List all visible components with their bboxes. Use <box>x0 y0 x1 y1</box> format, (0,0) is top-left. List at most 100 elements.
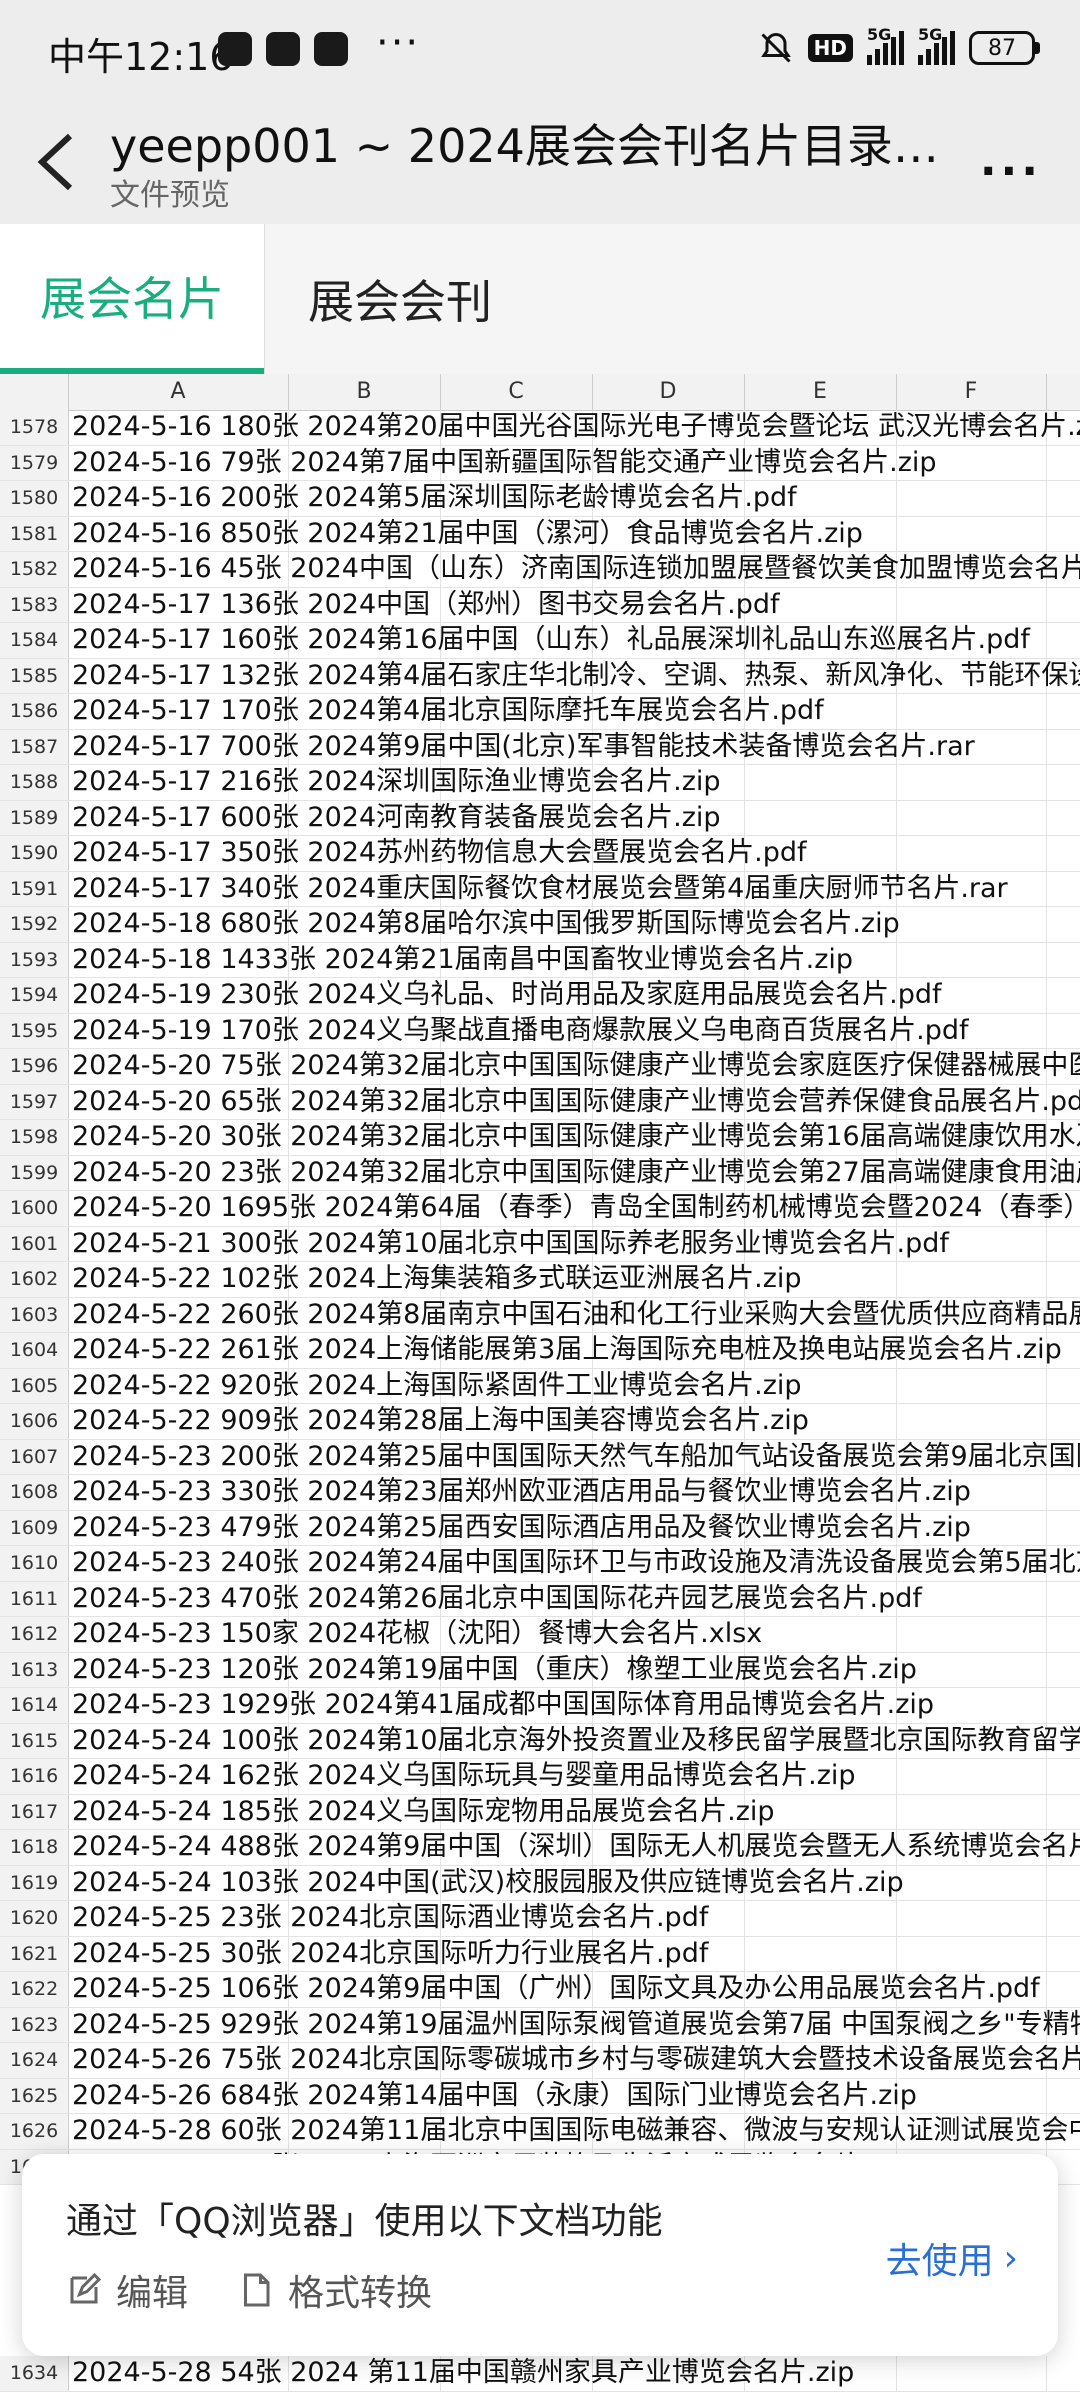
table-row[interactable]: 1618 2024-5-24 488张 2024第9届中国（深圳）国际无人机展览会… <box>0 1830 1080 1866</box>
cell-a[interactable]: 2024-5-23 200张 2024第25届中国国际天然气车船加气站设备展览会… <box>72 1440 1080 1475</box>
table-row[interactable]: 1604 2024-5-22 261张 2024上海储能展第3届上海国际充电桩及换… <box>0 1333 1080 1369</box>
cell-a[interactable]: 2024-5-20 65张 2024第32届北京中国国际健康产业博览会营养保健食… <box>72 1085 1080 1120</box>
row-number[interactable]: 1624 <box>0 2043 69 2078</box>
table-row[interactable]: 1594 2024-5-19 230张 2024义乌礼品、时尚用品及家庭用品展览会… <box>0 978 1080 1014</box>
row-number[interactable]: 1595 <box>0 1013 69 1048</box>
row-number[interactable]: 1591 <box>0 871 69 906</box>
cell-a[interactable]: 2024-5-23 240张 2024第24届中国国际环卫与市政设施及清洗设备展… <box>72 1546 1080 1581</box>
row-number[interactable]: 1578 <box>0 410 69 445</box>
row-number[interactable]: 1603 <box>0 1297 69 1332</box>
table-row[interactable]: 1606 2024-5-22 909张 2024第28届上海中国美容博览会名片.z… <box>0 1404 1080 1440</box>
cell-a[interactable]: 2024-5-24 488张 2024第9届中国（深圳）国际无人机展览会暨无人系… <box>72 1830 1080 1865</box>
row-number[interactable]: 1605 <box>0 1368 69 1403</box>
table-row[interactable]: 1599 2024-5-20 23张 2024第32届北京中国国际健康产业博览会第… <box>0 1155 1080 1191</box>
row-number[interactable]: 1619 <box>0 1865 69 1900</box>
row-number[interactable]: 1597 <box>0 1084 69 1119</box>
row-number[interactable]: 1634 <box>0 2356 69 2391</box>
cell-a[interactable]: 2024-5-20 23张 2024第32届北京中国国际健康产业博览会第27届高… <box>72 1156 1080 1191</box>
cell-a[interactable]: 2024-5-23 150家 2024花椒（沈阳）餐博大会名片.xlsx <box>72 1617 762 1652</box>
table-row[interactable]: 1615 2024-5-24 100张 2024第10届北京海外投资置业及移民留学… <box>0 1723 1080 1759</box>
table-row[interactable]: 1583 2024-5-17 136张 2024中国（郑州）图书交易会名片.pdf <box>0 587 1080 623</box>
column-header[interactable]: B <box>288 374 441 410</box>
cell-a[interactable]: 2024-5-16 200张 2024第5届深圳国际老龄博览会名片.pdf <box>72 481 797 516</box>
table-row[interactable]: 1613 2024-5-23 120张 2024第19届中国（重庆）橡塑工业展览会… <box>0 1652 1080 1688</box>
cell-a[interactable]: 2024-5-24 162张 2024义乌国际玩具与婴童用品博览会名片.zip <box>72 1759 856 1794</box>
cell-a[interactable]: 2024-5-28 60张 2024第11届北京中国国际电磁兼容、微波与安规认证… <box>72 2114 1080 2149</box>
cell-a[interactable]: 2024-5-28 54张 2024 第11届中国赣州家具产业博览会名片.zip <box>72 2356 854 2391</box>
cell-a[interactable]: 2024-5-21 300张 2024第10届北京中国国际养老服务业博览会名片.… <box>72 1227 949 1262</box>
row-number[interactable]: 1584 <box>0 623 69 658</box>
cell-a[interactable]: 2024-5-17 132张 2024第4届石家庄华北制冷、空调、热泵、新风净化… <box>72 659 1080 694</box>
table-row[interactable]: 1590 2024-5-17 350张 2024苏州药物信息大会暨展览会名片.pd… <box>0 836 1080 872</box>
row-number[interactable]: 1592 <box>0 907 69 942</box>
table-row[interactable]: 1578 2024-5-16 180张 2024第20届中国光谷国际光电子博览会暨… <box>0 410 1080 446</box>
column-header[interactable]: D <box>592 374 745 410</box>
table-row[interactable]: 1597 2024-5-20 65张 2024第32届北京中国国际健康产业博览会营… <box>0 1084 1080 1120</box>
column-header[interactable]: A <box>68 374 289 410</box>
cell-a[interactable]: 2024-5-17 160张 2024第16届中国（山东）礼品展深圳礼品山东巡展… <box>72 623 1030 658</box>
cell-a[interactable]: 2024-5-16 79张 2024第7届中国新疆国际智能交通产业博览会名片.z… <box>72 446 937 481</box>
table-row[interactable]: 1617 2024-5-24 185张 2024义乌国际宠物用品展览会名片.zip <box>0 1794 1080 1830</box>
cell-a[interactable]: 2024-5-18 680张 2024第8届哈尔滨中国俄罗斯国际博览会名片.zi… <box>72 907 900 942</box>
row-number[interactable]: 1590 <box>0 836 69 871</box>
row-number[interactable]: 1622 <box>0 1972 69 2007</box>
row-number[interactable]: 1596 <box>0 1049 69 1084</box>
cell-a[interactable]: 2024-5-17 170张 2024第4届北京国际摩托车展览会名片.pdf <box>72 694 824 729</box>
row-number[interactable]: 1580 <box>0 481 69 516</box>
table-row[interactable]: 1595 2024-5-19 170张 2024义乌聚战直播电商爆款展义乌电商百货… <box>0 1013 1080 1049</box>
table-row[interactable]: 1610 2024-5-23 240张 2024第24届中国国际环卫与市政设施及清… <box>0 1546 1080 1582</box>
row-number[interactable]: 1586 <box>0 694 69 729</box>
table-row[interactable]: 1619 2024-5-24 103张 2024中国(武汉)校服园服及供应链博览会… <box>0 1865 1080 1901</box>
more-options-icon[interactable]: ··· <box>980 146 1042 197</box>
table-row[interactable]: 1621 2024-5-25 30张 2024北京国际听力行业展名片.pdf <box>0 1936 1080 1972</box>
row-number[interactable]: 1593 <box>0 942 69 977</box>
table-row[interactable]: 1611 2024-5-23 470张 2024第26届北京中国国际花卉园艺展览会… <box>0 1581 1080 1617</box>
table-row[interactable]: 1601 2024-5-21 300张 2024第10届北京中国国际养老服务业博览… <box>0 1226 1080 1262</box>
table-row[interactable]: 1589 2024-5-17 600张 2024河南教育装备展览会名片.zip <box>0 800 1080 836</box>
cell-a[interactable]: 2024-5-17 700张 2024第9届中国(北京)军事智能技术装备博览会名… <box>72 730 975 765</box>
back-icon[interactable] <box>30 130 82 194</box>
table-row[interactable]: 1623 2024-5-25 929张 2024第19届温州国际泵阀管道展览会第7… <box>0 2007 1080 2043</box>
table-row[interactable]: 1620 2024-5-25 23张 2024北京国际酒业博览会名片.pdf <box>0 1901 1080 1937</box>
table-row[interactable]: 1598 2024-5-20 30张 2024第32届北京中国国际健康产业博览会第… <box>0 1120 1080 1156</box>
table-row[interactable]: 1591 2024-5-17 340张 2024重庆国际餐饮食材展览会暨第4届重庆… <box>0 871 1080 907</box>
cell-a[interactable]: 2024-5-25 929张 2024第19届温州国际泵阀管道展览会第7届 中国… <box>72 2008 1080 2043</box>
cell-a[interactable]: 2024-5-25 30张 2024北京国际听力行业展名片.pdf <box>72 1937 708 1972</box>
go-use-button[interactable]: 去使用 › <box>886 2232 1018 2284</box>
table-row[interactable]: 1603 2024-5-22 260张 2024第8届南京中国石油和化工行业采购大… <box>0 1297 1080 1333</box>
row-number[interactable]: 1594 <box>0 978 69 1013</box>
table-row[interactable]: 1584 2024-5-17 160张 2024第16届中国（山东）礼品展深圳礼品… <box>0 623 1080 659</box>
table-row[interactable]: 1626 2024-5-28 60张 2024第11届北京中国国际电磁兼容、微波与… <box>0 2114 1080 2150</box>
row-number[interactable]: 1599 <box>0 1155 69 1190</box>
table-row[interactable]: 1596 2024-5-20 75张 2024第32届北京中国国际健康产业博览会家… <box>0 1049 1080 1085</box>
column-header[interactable]: E <box>744 374 897 410</box>
table-row[interactable]: 1592 2024-5-18 680张 2024第8届哈尔滨中国俄罗斯国际博览会名… <box>0 907 1080 943</box>
cell-a[interactable]: 2024-5-23 1929张 2024第41届成都中国国际体育用品博览会名片.… <box>72 1688 934 1723</box>
cell-a[interactable]: 2024-5-20 1695张 2024第64届（春季）青岛全国制药机械博览会暨… <box>72 1191 1080 1226</box>
table-row[interactable]: 1581 2024-5-16 850张 2024第21届中国（漯河）食品博览会名片… <box>0 516 1080 552</box>
table-row[interactable]: 1608 2024-5-23 330张 2024第23届郑州欧亚酒店用品与餐饮业博… <box>0 1475 1080 1511</box>
row-number[interactable]: 1611 <box>0 1581 69 1616</box>
row-number[interactable]: 1623 <box>0 2007 69 2042</box>
cell-a[interactable]: 2024-5-22 909张 2024第28届上海中国美容博览会名片.zip <box>72 1404 809 1439</box>
row-number[interactable]: 1612 <box>0 1617 69 1652</box>
row-number[interactable]: 1616 <box>0 1759 69 1794</box>
row-number[interactable]: 1610 <box>0 1546 69 1581</box>
row-number[interactable]: 1615 <box>0 1723 69 1758</box>
cell-a[interactable]: 2024-5-22 102张 2024上海集装箱多式联运亚洲展名片.zip <box>72 1262 802 1297</box>
cell-a[interactable]: 2024-5-16 180张 2024第20届中国光谷国际光电子博览会暨论坛 武… <box>72 410 1080 445</box>
row-number[interactable]: 1579 <box>0 445 69 480</box>
row-number[interactable]: 1598 <box>0 1120 69 1155</box>
table-row[interactable]: 1600 2024-5-20 1695张 2024第64届（春季）青岛全国制药机械… <box>0 1191 1080 1227</box>
row-number[interactable]: 1608 <box>0 1475 69 1510</box>
table-row[interactable]: 1624 2024-5-26 75张 2024北京国际零碳城市乡村与零碳建筑大会暨… <box>0 2043 1080 2079</box>
column-header[interactable]: C <box>440 374 593 410</box>
cell-a[interactable]: 2024-5-23 120张 2024第19届中国（重庆）橡塑工业展览会名片.z… <box>72 1653 917 1688</box>
table-row[interactable]: 1605 2024-5-22 920张 2024上海国际紧固件工业博览会名片.zi… <box>0 1368 1080 1404</box>
cell-a[interactable]: 2024-5-22 261张 2024上海储能展第3届上海国际充电桩及换电站展览… <box>72 1333 1062 1368</box>
cell-a[interactable]: 2024-5-22 260张 2024第8届南京中国石油和化工行业采购大会暨优质… <box>72 1298 1080 1333</box>
edit-button[interactable]: 编辑 <box>66 2264 188 2316</box>
row-number[interactable]: 1604 <box>0 1333 69 1368</box>
cell-a[interactable]: 2024-5-24 185张 2024义乌国际宠物用品展览会名片.zip <box>72 1795 775 1830</box>
table-row[interactable]: 1625 2024-5-26 684张 2024第14届中国（永康）国际门业博览会… <box>0 2078 1080 2114</box>
